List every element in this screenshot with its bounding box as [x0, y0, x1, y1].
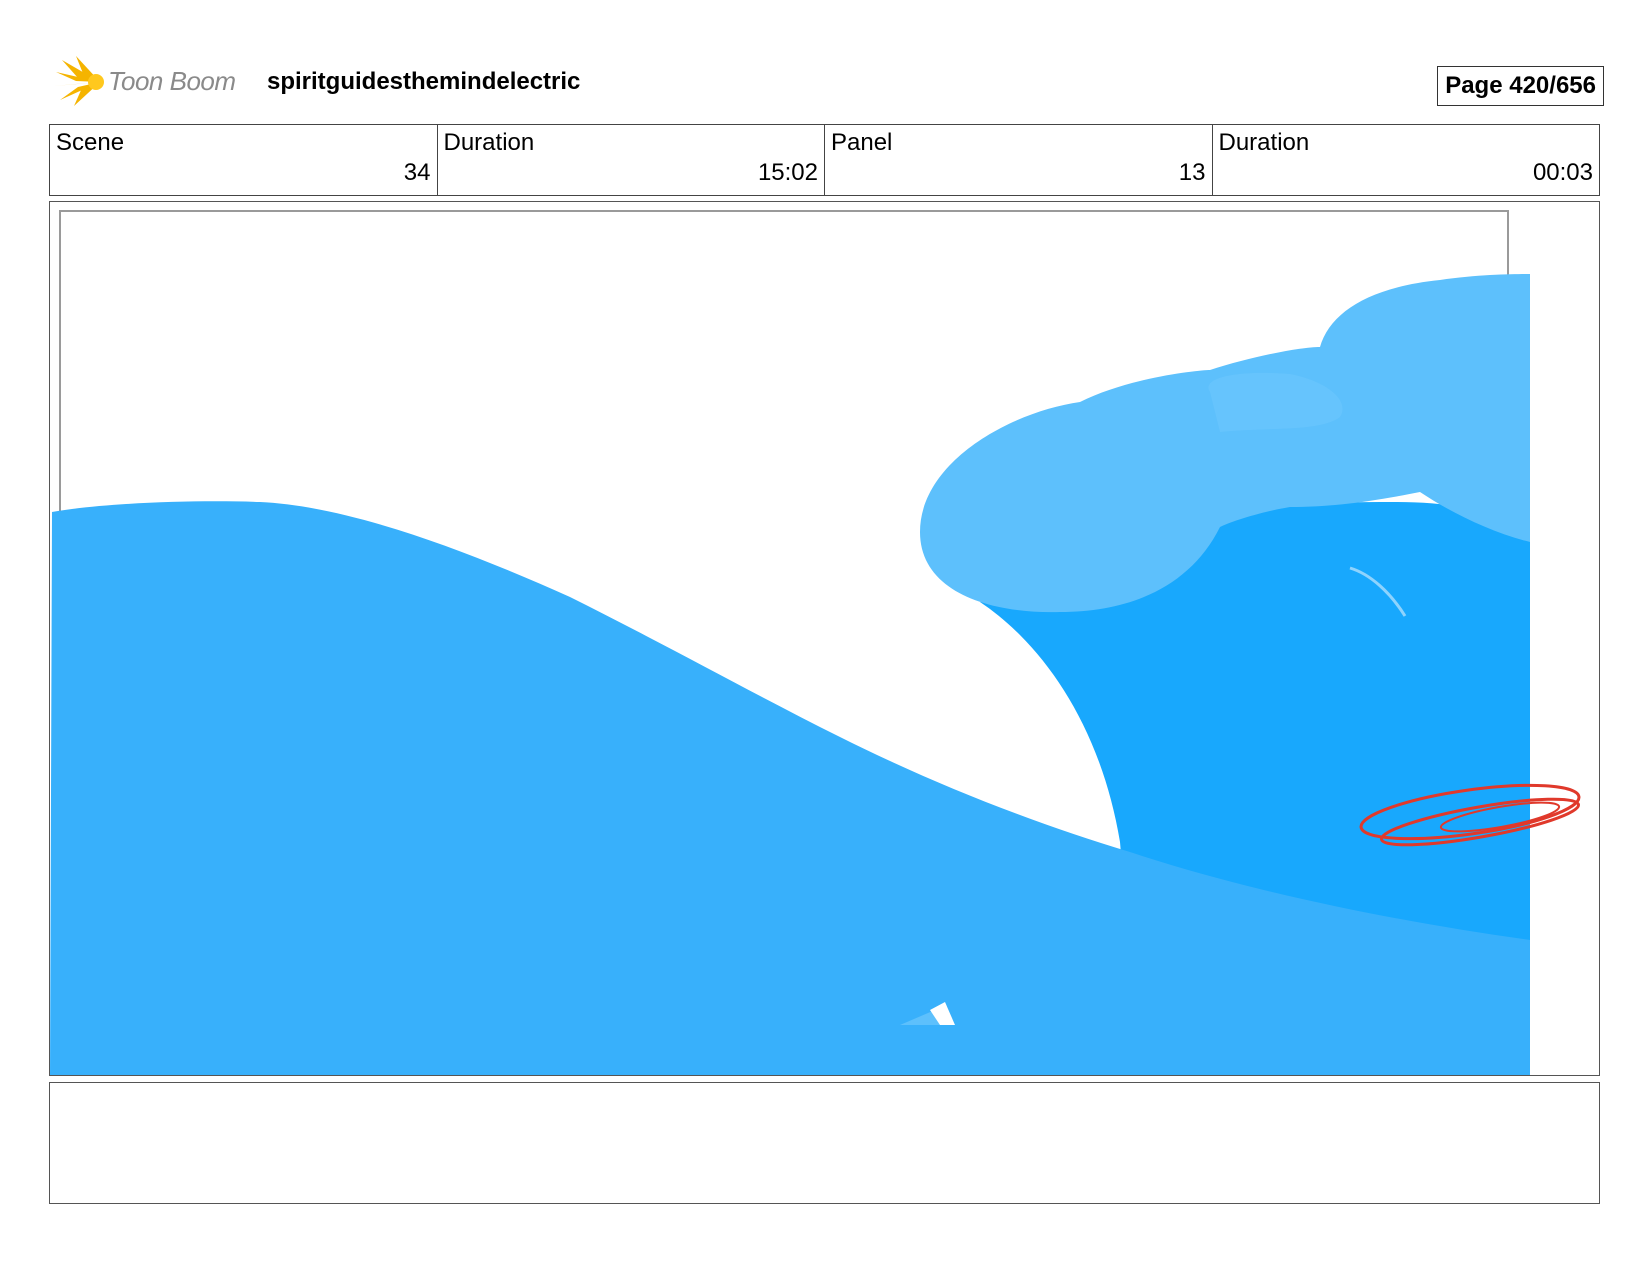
- panel-duration-label: Duration: [1218, 129, 1310, 156]
- panel-value: 13: [1178, 159, 1206, 186]
- scene-duration-label: Duration: [443, 129, 535, 156]
- starburst-logo-icon: [54, 56, 104, 106]
- logo-text: Toon Boom: [108, 66, 236, 96]
- storyboard-panel: [49, 201, 1600, 1076]
- page-number: Page 420/656: [1437, 66, 1604, 106]
- scene-duration-value: 15:02: [757, 159, 818, 186]
- project-title: spiritguidesthemindelectric: [267, 68, 581, 95]
- scene-cell: Scene 34: [50, 125, 438, 195]
- toon-boom-logo: Toon Boom: [52, 54, 252, 110]
- panel-duration-cell: Duration 00:03: [1213, 125, 1600, 195]
- panel-artwork: [50, 210, 1581, 1075]
- scene-duration-cell: Duration 15:02: [438, 125, 825, 195]
- scene-value: 34: [403, 159, 431, 186]
- panel-notes-box: [49, 1082, 1600, 1204]
- scene-label: Scene: [56, 129, 125, 156]
- page-header: Toon Boom spiritguidesthemindelectric Pa…: [52, 50, 1604, 110]
- scene-info-table: Scene 34 Duration 15:02 Panel 13 Duratio…: [49, 124, 1600, 196]
- panel-duration-value: 00:03: [1532, 159, 1593, 186]
- panel-label: Panel: [831, 129, 893, 156]
- panel-cell: Panel 13: [825, 125, 1213, 195]
